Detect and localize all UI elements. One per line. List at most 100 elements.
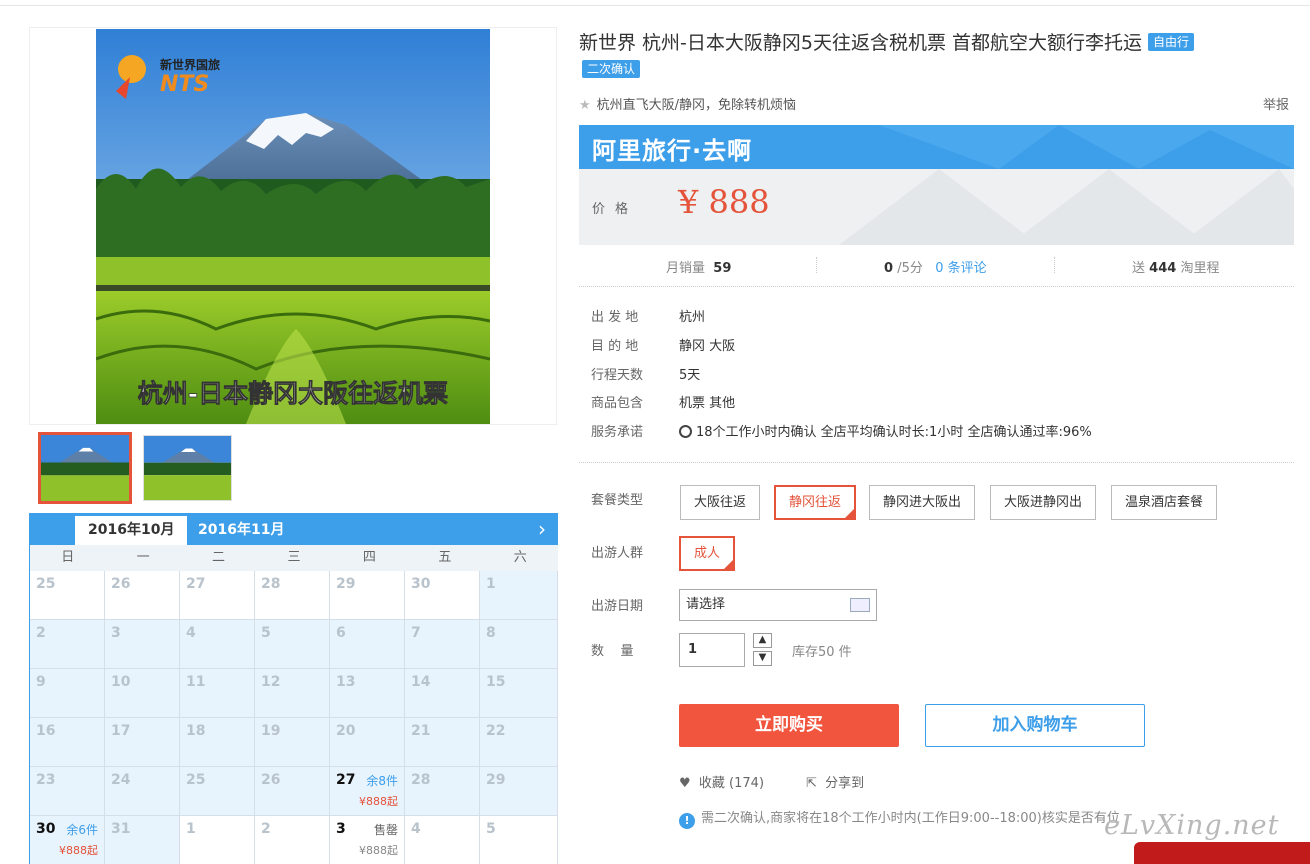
calendar-day: 24 (105, 767, 180, 816)
weekday-label: 三 (287, 550, 301, 565)
confirmation-notice: ! 需二次确认,商家将在18个工作小时内(工作日9:00--18:00)核实是否有… (679, 807, 1120, 829)
free-travel-tag: 自由行 (1148, 33, 1195, 51)
calendar-day: 21 (405, 718, 480, 767)
calendar-day: 1 (480, 571, 558, 620)
calendar-day: 20 (330, 718, 405, 767)
reviews-link[interactable]: 0 条评论 (935, 261, 986, 276)
check-circle-icon (679, 425, 692, 438)
day-number: 3 (336, 821, 346, 837)
calendar-day: 30 (405, 571, 480, 620)
svg-text:新世界国旅: 新世界国旅 (160, 57, 220, 72)
quantity-input[interactable]: 1 (679, 633, 745, 667)
calendar-header: 2016年10月 2016年11月 › (30, 513, 558, 545)
calendar-day: 5 (255, 620, 330, 669)
price-box: 价格 ¥ 888 (579, 169, 1294, 245)
traveler-adult[interactable]: 成人 (679, 536, 736, 571)
calendar-day[interactable]: 30 余6件 ¥888起 (30, 816, 105, 864)
package-hot-spring-hotel[interactable]: 温泉酒店套餐 (1111, 485, 1218, 520)
month-tab-oct[interactable]: 2016年10月 (75, 516, 188, 545)
chevron-up-icon[interactable]: ▲ (753, 633, 772, 648)
day-price: ¥888起 (59, 844, 98, 857)
package-shizuoka-roundtrip[interactable]: 静冈往返 (774, 485, 857, 520)
thumbnail-image (41, 435, 129, 501)
favorite-button[interactable]: ♥ 收藏 (174) (679, 772, 764, 791)
add-to-cart-button[interactable]: 加入购物车 (925, 704, 1145, 747)
info-icon: ! (679, 813, 695, 829)
calendar-day: 23 (30, 767, 105, 816)
calendar-day: 27 (180, 571, 255, 620)
quantity-label: 数 量 (591, 644, 634, 659)
report-link[interactable]: 举报 (1263, 94, 1289, 113)
calendar-day: 6 (330, 620, 405, 669)
calendar-day: 26 (105, 571, 180, 620)
chevron-right-icon[interactable]: › (538, 517, 546, 541)
share-button[interactable]: ⇱ 分享到 (806, 772, 864, 791)
day-number: 28 (261, 576, 281, 592)
package-osaka-in-shizuoka-out[interactable]: 大阪进静冈出 (990, 485, 1097, 520)
day-number: 22 (486, 723, 506, 739)
top-divider (0, 5, 1310, 6)
watermark: eLvXing.net (1104, 810, 1280, 841)
buy-now-button[interactable]: 立即购买 (679, 704, 899, 747)
price-value: ¥ 888 (678, 183, 770, 221)
brand-banner: 阿里旅行·去啊 (579, 125, 1294, 169)
day-stock: 余8件 (366, 774, 398, 788)
chevron-down-icon[interactable]: ▼ (753, 651, 772, 666)
thumbnail-2[interactable] (143, 435, 232, 501)
star-icon[interactable]: ★ (579, 98, 591, 113)
day-number: 19 (261, 723, 281, 739)
title-text: 新世界 杭州-日本大阪静冈5天往返含税机票 首都航空大额行李托运 (579, 32, 1143, 54)
day-number: 25 (36, 576, 56, 592)
stats-bar: 月销量 59 0 /5分 0 条评论 送 444 淘里程 (579, 255, 1294, 287)
price-label: 价格 (592, 202, 639, 217)
day-stock: 余6件 (66, 823, 98, 837)
calendar-day: 29 (330, 571, 405, 620)
calendar-day: 19 (255, 718, 330, 767)
calendar-day: 5 (480, 816, 558, 864)
calendar-day: 3 售罄 ¥888起 (330, 816, 405, 864)
day-number: 21 (411, 723, 431, 739)
package-shizuoka-in-osaka-out[interactable]: 静冈进大阪出 (869, 485, 976, 520)
day-number: 25 (186, 772, 206, 788)
package-osaka-roundtrip[interactable]: 大阪往返 (680, 485, 761, 520)
calendar-day: 25 (180, 767, 255, 816)
calendar-day: 4 (405, 816, 480, 864)
day-number: 8 (486, 625, 496, 641)
thumbnail-1[interactable] (38, 432, 132, 504)
calendar-icon[interactable] (850, 598, 870, 612)
mileage-points: 送 444 淘里程 (1132, 261, 1220, 276)
day-number: 14 (411, 674, 431, 690)
info-row-departure: 出 发 地杭州 (591, 310, 706, 325)
calendar-day[interactable]: 27 余8件 ¥888起 (330, 767, 405, 816)
calendar-day: 18 (180, 718, 255, 767)
day-number: 1 (486, 576, 496, 592)
calendar-day: 15 (480, 669, 558, 718)
main-product-image[interactable]: 新世界国旅 NTS 杭州-日本静冈大阪往返机票 (96, 29, 490, 424)
day-number: 5 (261, 625, 271, 641)
calendar-day: 25 (30, 571, 105, 620)
day-number: 23 (36, 772, 56, 788)
departure-calendar: 2016年10月 2016年11月 › 日一二三四五六 25 26 27 28 29 30… (29, 513, 558, 864)
calendar-day: 7 (405, 620, 480, 669)
product-subtitle: ★ 杭州直飞大阪/静冈，免除转机烦恼 (579, 94, 796, 113)
day-number: 2 (36, 625, 46, 641)
fuji-tea-field-image: 新世界国旅 NTS 杭州-日本静冈大阪往返机票 (96, 29, 490, 424)
month-tab-nov[interactable]: 2016年11月 (185, 516, 297, 545)
day-number: 4 (411, 821, 421, 837)
day-number: 27 (336, 772, 356, 788)
calendar-day: 10 (105, 669, 180, 718)
travel-date-picker[interactable]: 请选择 (679, 589, 877, 621)
svg-text:NTS: NTS (160, 72, 209, 97)
day-number: 17 (111, 723, 131, 739)
day-number: 29 (486, 772, 506, 788)
rating: 0 /5分 0 条评论 (884, 261, 987, 276)
calendar-day: 22 (480, 718, 558, 767)
calendar-day: 3 (105, 620, 180, 669)
calendar-day: 4 (180, 620, 255, 669)
day-number: 13 (336, 674, 356, 690)
package-type-label: 套餐类型 (591, 493, 644, 508)
day-number: 1 (186, 821, 196, 837)
floating-cart-button[interactable] (1134, 842, 1310, 864)
stock-count: 库存50 件 (792, 645, 852, 660)
stat-divider (1054, 257, 1055, 273)
